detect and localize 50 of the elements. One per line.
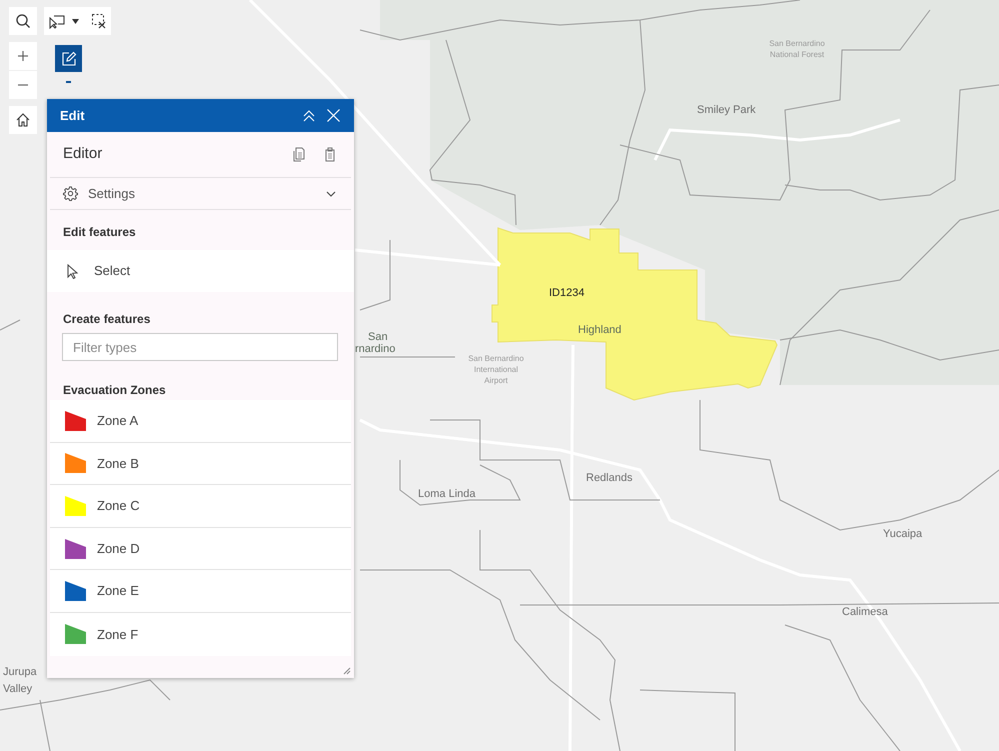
active-indicator [66, 81, 71, 83]
edit-widget-button[interactable] [55, 45, 82, 72]
map-label: San Bernardino National Forest [768, 38, 826, 60]
feature-type-item[interactable]: Zone D [50, 528, 351, 570]
feature-type-item[interactable]: Zone C [50, 485, 351, 528]
caret-icon [72, 18, 79, 24]
map-label: rnardino [355, 342, 396, 357]
cursor-icon [67, 264, 79, 278]
editor-heading: Editor [63, 144, 104, 164]
map-label: Calimesa [842, 605, 888, 620]
dashed-box-x-icon [91, 13, 107, 29]
documents-icon [292, 147, 306, 162]
home-icon [16, 113, 30, 127]
plus-icon [18, 51, 28, 61]
resize-grip-icon [343, 667, 351, 675]
search-button[interactable] [9, 7, 37, 35]
home-button[interactable] [9, 106, 37, 134]
map-label: ID1234 [549, 286, 584, 301]
close-button[interactable] [325, 108, 341, 124]
panel-title: Edit [60, 106, 86, 125]
map-label: Highland [578, 323, 622, 338]
close-icon [326, 109, 340, 122]
double-chevron-up-icon [303, 110, 315, 122]
minus-icon [18, 84, 28, 86]
map-label: Redlands [586, 471, 632, 486]
section-title: Create features [62, 311, 152, 326]
map-label: Smiley Park [697, 103, 756, 118]
collapse-button[interactable] [301, 108, 317, 124]
feature-type-item[interactable]: Zone E [50, 570, 351, 613]
feature-type-item[interactable]: Zone B [50, 442, 351, 486]
edit-icon [60, 50, 76, 66]
map-label: Loma Linda [418, 487, 476, 502]
filter-input-field[interactable]: Filter types [62, 333, 338, 361]
cursor-rectangle-icon [48, 13, 66, 29]
map-label: Jurupa Valley [3, 665, 38, 696]
map-label: Yucaipa [883, 527, 922, 542]
search-icon [15, 13, 31, 29]
select-tool-button[interactable] [48, 13, 79, 29]
zoom-in-button[interactable] [9, 42, 37, 70]
clear-selection-button[interactable] [91, 13, 107, 29]
feature-type-item[interactable]: Zone F [50, 612, 351, 656]
settings-expander[interactable]: Settings [50, 178, 351, 210]
select-tool-item[interactable]: Select [47, 250, 354, 292]
map-label: San [368, 330, 388, 344]
section-title: Edit features [62, 224, 137, 241]
layer-title: Evacuation Zones [62, 382, 167, 398]
clipboard-icon [323, 147, 337, 162]
map-label: San Bernardino International Airport [467, 353, 525, 386]
gear-icon [63, 186, 78, 201]
feature-type-item[interactable]: Zone A [50, 400, 351, 443]
